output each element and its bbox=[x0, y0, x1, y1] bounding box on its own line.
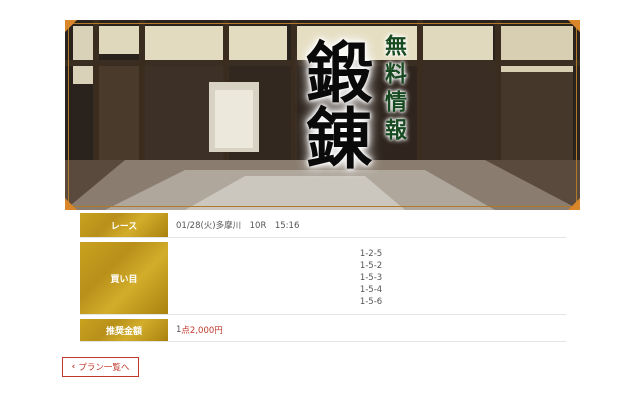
amount-label: 推奨金額 bbox=[80, 319, 168, 341]
banner-subtitle: 無料情報 bbox=[381, 34, 407, 146]
race-label: レース bbox=[80, 213, 168, 237]
back-button-label: プラン一覧へ bbox=[78, 363, 130, 373]
race-row: レース 01/28(火)多摩川 10R 15:16 bbox=[80, 213, 566, 238]
bet-item: 1-5-2 bbox=[359, 261, 383, 271]
bets-label: 買い目 bbox=[80, 242, 168, 314]
hero-banner: 鍛錬 無料情報 bbox=[65, 20, 580, 210]
info-table: レース 01/28(火)多摩川 10R 15:16 買い目 1-2-5 1-5-… bbox=[80, 213, 566, 342]
chevron-left-icon: ‹ bbox=[71, 362, 76, 372]
amount-rest: 点2,000円 bbox=[181, 326, 223, 336]
bets-list: 1-2-5 1-5-2 1-5-3 1-5-4 1-5-6 bbox=[168, 242, 566, 314]
bets-row: 買い目 1-2-5 1-5-2 1-5-3 1-5-4 1-5-6 bbox=[80, 242, 566, 315]
amount-value: 1 点2,000円 bbox=[168, 319, 566, 341]
banner-title: 鍛錬 bbox=[295, 38, 373, 170]
amount-row: 推奨金額 1 点2,000円 bbox=[80, 319, 566, 342]
bet-item: 1-2-5 bbox=[359, 249, 383, 259]
bet-item: 1-5-3 bbox=[359, 273, 383, 283]
bet-item: 1-5-6 bbox=[359, 297, 383, 307]
bet-item: 1-5-4 bbox=[359, 285, 383, 295]
back-to-plans-button[interactable]: ‹ プラン一覧へ bbox=[62, 357, 139, 377]
race-value: 01/28(火)多摩川 10R 15:16 bbox=[176, 221, 300, 231]
